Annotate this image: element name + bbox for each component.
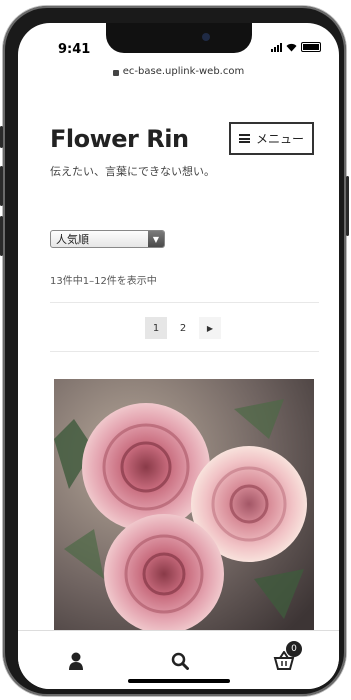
- phone-frame: 9:41 ec-base.uplink-web.com Flower Rin メ…: [0, 6, 349, 696]
- side-button: [346, 176, 349, 236]
- pagination: 1 2 ▶: [145, 317, 221, 339]
- notch: [106, 23, 252, 53]
- signal-icon: [271, 42, 282, 52]
- status-time: 9:41: [58, 42, 91, 57]
- hamburger-icon: [238, 134, 250, 143]
- side-button: [0, 126, 3, 148]
- cart-icon[interactable]: 0: [272, 641, 302, 673]
- page-content: Flower Rin メニュー 伝えたい、言葉にできない想い。 人気順 ▼ 13…: [18, 81, 339, 689]
- product-image[interactable]: [54, 379, 314, 639]
- side-button: [0, 166, 3, 206]
- menu-button[interactable]: メニュー: [229, 122, 314, 155]
- side-button: [0, 216, 3, 256]
- camera: [202, 33, 210, 41]
- search-icon[interactable]: [168, 649, 192, 673]
- status-icons: [271, 42, 321, 52]
- user-icon[interactable]: [64, 649, 88, 673]
- url-text: ec-base.uplink-web.com: [122, 66, 245, 77]
- page-2-button[interactable]: 2: [172, 317, 194, 339]
- phone-screen: 9:41 ec-base.uplink-web.com Flower Rin メ…: [18, 23, 339, 689]
- sort-select[interactable]: 人気順 ▼: [50, 230, 165, 248]
- sort-select-value: 人気順: [56, 233, 89, 246]
- lock-icon: [112, 69, 119, 76]
- menu-button-label: メニュー: [255, 132, 304, 146]
- divider: [50, 302, 319, 303]
- site-title[interactable]: Flower Rin: [50, 125, 189, 153]
- address-bar[interactable]: ec-base.uplink-web.com: [18, 66, 339, 77]
- divider: [50, 351, 319, 352]
- result-count: 13件中1–12件を表示中: [50, 276, 157, 287]
- chevron-down-icon: ▼: [148, 231, 164, 247]
- battery-icon: [301, 42, 321, 52]
- page-1-button[interactable]: 1: [145, 317, 167, 339]
- arrow-right-icon[interactable]: ▶: [199, 317, 221, 339]
- home-indicator[interactable]: [128, 679, 230, 683]
- cart-count-badge: 0: [286, 641, 302, 657]
- wifi-icon: [286, 43, 297, 51]
- site-tagline: 伝えたい、言葉にできない想い。: [50, 165, 215, 178]
